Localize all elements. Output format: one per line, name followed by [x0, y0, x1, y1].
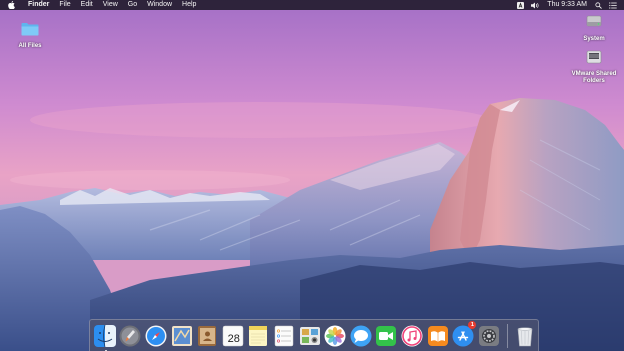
notification-badge: 1 [468, 320, 477, 329]
safari-icon [145, 325, 167, 347]
desktop-icon-label: All Files [18, 43, 42, 49]
menubar-status-area: Thu 9:33 AM [517, 0, 624, 10]
menu-go[interactable]: Go [128, 0, 137, 10]
menu-finder[interactable]: Finder [28, 0, 49, 10]
reminders-icon [273, 325, 295, 347]
ibooks-icon [427, 325, 449, 347]
volume-icon[interactable] [531, 0, 540, 10]
dock-item-mail[interactable] [170, 324, 193, 348]
mail-icon [171, 325, 193, 347]
dock-item-photo-booth[interactable] [298, 324, 321, 348]
calendar-icon: 28 [222, 325, 244, 347]
menu-bar: Finder File Edit View Go Window Help Thu… [0, 0, 624, 10]
input-source-icon[interactable] [517, 0, 525, 10]
facetime-icon [375, 325, 397, 347]
menu-help[interactable]: Help [182, 0, 196, 10]
shared-folders-icon [586, 50, 602, 69]
menu-view[interactable]: View [103, 0, 118, 10]
trash-icon [514, 325, 536, 347]
system-preferences-icon [478, 325, 500, 347]
desktop-icon-vmware-shared-folders[interactable]: VMware Shared Folders [564, 50, 624, 85]
messages-icon [350, 325, 372, 347]
dock-item-trash[interactable] [514, 324, 537, 348]
notes-icon [247, 325, 269, 347]
dock-item-itunes[interactable] [401, 324, 424, 348]
hard-drive-icon [586, 13, 602, 34]
contacts-icon [196, 325, 218, 347]
dock-item-photos[interactable] [324, 324, 347, 348]
menu-file[interactable]: File [59, 0, 70, 10]
dock-item-system-preferences[interactable] [477, 324, 500, 348]
menu-window[interactable]: Window [147, 0, 172, 10]
dock-item-app-store[interactable]: 1 [452, 320, 477, 348]
photo-booth-icon [299, 325, 321, 347]
launchpad-icon [119, 325, 141, 347]
menubar-clock[interactable]: Thu 9:33 AM [547, 0, 587, 10]
dock-item-calendar[interactable]: 28 [221, 324, 244, 348]
dock-item-messages[interactable] [349, 324, 372, 348]
dock-item-ibooks[interactable] [426, 324, 449, 348]
dock-item-launchpad[interactable] [119, 324, 142, 348]
finder-icon [93, 324, 116, 347]
dock-item-reminders[interactable] [273, 324, 296, 348]
desktop-icon-system[interactable]: System [564, 13, 624, 43]
notification-center-icon[interactable] [609, 0, 617, 10]
itunes-icon [401, 325, 423, 347]
dock-item-notes[interactable] [247, 324, 270, 348]
dock: 28 1 [89, 319, 539, 351]
desktop-icon-label: VMware Shared Folders [571, 71, 617, 84]
dock-item-facetime[interactable] [375, 324, 398, 348]
desktop-icon-label: System [583, 36, 605, 42]
apple-icon[interactable] [6, 1, 16, 9]
menu-edit[interactable]: Edit [81, 0, 93, 10]
folder-icon [21, 22, 39, 41]
dock-item-finder[interactable] [93, 324, 117, 351]
desktop-icon-all-files[interactable]: All Files [0, 22, 60, 50]
calendar-day: 28 [227, 332, 240, 345]
photos-icon [324, 325, 346, 347]
desktop-wallpaper [0, 0, 624, 351]
dock-item-safari[interactable] [145, 324, 168, 348]
dock-separator [506, 323, 508, 348]
spotlight-icon[interactable] [595, 0, 602, 10]
dock-item-contacts[interactable] [196, 324, 219, 348]
